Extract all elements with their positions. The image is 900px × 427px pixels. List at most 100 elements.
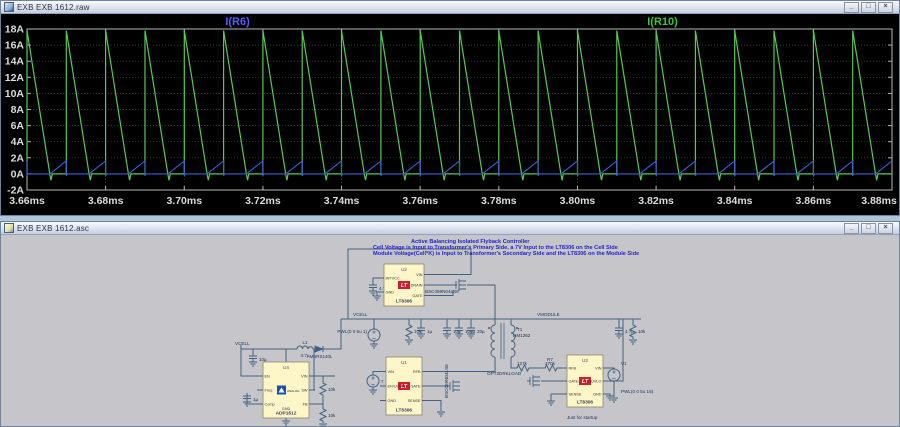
- wire[interactable]: [377, 292, 384, 296]
- component-cap[interactable]: 4.7µ: [615, 325, 634, 334]
- net-label: VCELL: [353, 312, 368, 317]
- restore-button[interactable]: □: [861, 223, 876, 234]
- component-value: 1µ: [253, 397, 259, 402]
- ic-pin-label: GATE: [569, 380, 580, 384]
- x-axis-label: 3.84ms: [717, 195, 753, 207]
- ground-symbol: [615, 334, 623, 338]
- wire[interactable]: [327, 319, 341, 349]
- legend-I(R10)[interactable]: I(R10): [647, 16, 678, 28]
- component-value: 10µ: [453, 329, 461, 334]
- ic-part-number: LT8306: [396, 408, 413, 414]
- ic-lt8306-u1[interactable]: U1LT8306LTVINEN/UVLOGNDRFBGATESENSE: [380, 357, 428, 415]
- net-label: VMODULE: [537, 312, 560, 317]
- y-axis-label: 16A: [5, 40, 25, 52]
- component-res-h[interactable]: 127k: [515, 361, 531, 371]
- ic-pin-label: Freq: [265, 389, 273, 393]
- net-label: T1: [517, 327, 523, 332]
- schematic-window: EXB EXB 1612.asc _ □ × 4.7µ1µ10µ100µ20µ4…: [0, 221, 900, 427]
- component-res-v[interactable]: 10k: [630, 323, 646, 339]
- component-value: 10k: [638, 329, 646, 334]
- component-value: 7: [381, 379, 384, 384]
- restore-button[interactable]: □: [861, 2, 876, 13]
- component-res-v[interactable]: 10k: [406, 323, 422, 339]
- component-value: 4.7µ: [301, 353, 310, 358]
- wire[interactable]: [373, 372, 386, 376]
- ground-symbol: [610, 398, 618, 402]
- component-res-v[interactable]: 10k: [320, 407, 336, 423]
- ic-pin-label: GND: [388, 399, 397, 403]
- net-label: Just for startup: [567, 415, 598, 420]
- ic-lt8306-u3[interactable]: U3LT8306LTRFBGATESENSEVINEN/UVLOGND: [561, 355, 609, 407]
- wire[interactable]: [422, 357, 495, 372]
- net-label: BSC059N04LS6: [425, 289, 459, 294]
- y-axis-label: 0A: [11, 168, 25, 180]
- lt-logo-text: LT: [401, 283, 408, 289]
- y-axis-label: 14A: [5, 56, 25, 68]
- ic-pin-label: GATE: [412, 294, 423, 298]
- ground-symbol: [282, 421, 290, 425]
- ic-adp1612-u4[interactable]: U4ADP1612ANALOGENFreqCompVINSWFBGND: [257, 362, 315, 421]
- component-value: 1µ: [427, 329, 433, 334]
- x-axis-label: 3.88ms: [861, 195, 897, 207]
- net-label: R7: [547, 357, 553, 362]
- wire[interactable]: [511, 357, 515, 368]
- wire[interactable]: [422, 401, 441, 412]
- ic-lt8306-u2[interactable]: U2LT8306LTINTVCCGNDVINDRAINGATE: [378, 264, 430, 306]
- minimize-button[interactable]: _: [844, 2, 859, 13]
- waveform-window-title: EXB EXB 1612.raw: [17, 3, 841, 12]
- waveform-window-controls: _ □ ×: [844, 2, 893, 13]
- net-label: PWL(0 0 5u 16): [621, 389, 654, 394]
- net-label: V1: [621, 361, 627, 366]
- ic-pin-label: EN: [265, 375, 271, 379]
- component-src[interactable]: [368, 329, 380, 341]
- component-xfmr[interactable]: [488, 323, 518, 359]
- ic-pin-label: GND: [282, 407, 291, 411]
- x-axis-label: 3.66ms: [9, 195, 45, 207]
- ic-pin-label: SENSE: [408, 399, 421, 403]
- component-src[interactable]: 7: [367, 375, 384, 387]
- ic-pin-label: RFB: [413, 370, 421, 374]
- ground-symbol: [467, 334, 475, 338]
- close-button[interactable]: ×: [878, 223, 893, 234]
- wire[interactable]: [373, 278, 384, 282]
- close-button[interactable]: ×: [878, 2, 893, 13]
- x-axis-label: 3.72ms: [245, 195, 281, 207]
- schematic-window-controls: _ □ ×: [844, 223, 893, 234]
- ic-pin-label: FB: [303, 403, 308, 407]
- ground-symbol: [373, 296, 381, 300]
- component-res-h[interactable]: 270k: [543, 361, 559, 371]
- schematic-window-title: EXB EXB 1612.asc: [17, 224, 841, 233]
- component-src[interactable]: [608, 369, 620, 381]
- x-axis-label: 3.74ms: [324, 195, 360, 207]
- ic-ref: U3: [582, 358, 588, 363]
- net-label: OPT2DRKLOAD: [487, 371, 522, 376]
- component-res-v[interactable]: 10k: [320, 381, 336, 397]
- ground-symbol: [455, 334, 463, 338]
- waveform-plot-area[interactable]: 18A16A14A12A10A8A6A4A2A0A-2A3.66ms3.68ms…: [1, 14, 899, 215]
- wire[interactable]: [551, 394, 567, 401]
- waveform-titlebar[interactable]: EXB EXB 1612.raw _ □ ×: [1, 1, 899, 14]
- legend-I(R6)[interactable]: I(R6): [225, 16, 250, 28]
- schematic-window-icon: [4, 223, 14, 233]
- ic-pin-label: VIN: [595, 367, 602, 371]
- component-cap[interactable]: 10µ: [443, 325, 461, 334]
- ic-ref: U2: [401, 267, 407, 272]
- ic-ref: U4: [283, 365, 289, 370]
- x-axis-label: 3.78ms: [481, 195, 517, 207]
- schematic-canvas[interactable]: 4.7µ1µ10µ100µ20µ4.7µ10µ1µ10k10k10k10k127…: [1, 235, 899, 426]
- ic-pin-label: RFB: [569, 367, 577, 371]
- wire[interactable]: [241, 349, 263, 376]
- y-axis-label: 6A: [11, 120, 25, 132]
- ground-symbol: [369, 390, 377, 394]
- schematic-annotation: Module Voltage(Cell*K) is Input to Trans…: [373, 251, 639, 257]
- component-cap[interactable]: 1µ: [243, 393, 259, 402]
- component-value: 20µ: [477, 329, 485, 334]
- schematic-titlebar[interactable]: EXB EXB 1612.asc _ □ ×: [1, 222, 899, 235]
- component-mosfet[interactable]: [527, 375, 540, 387]
- net-label: BSC059N04LS6: [444, 364, 449, 398]
- component-value: 127k: [517, 361, 528, 366]
- minimize-button[interactable]: _: [844, 223, 859, 234]
- ground-symbol: [370, 344, 378, 348]
- ic-pin-label: GND: [386, 291, 395, 295]
- component-cap[interactable]: 10µ: [249, 353, 267, 362]
